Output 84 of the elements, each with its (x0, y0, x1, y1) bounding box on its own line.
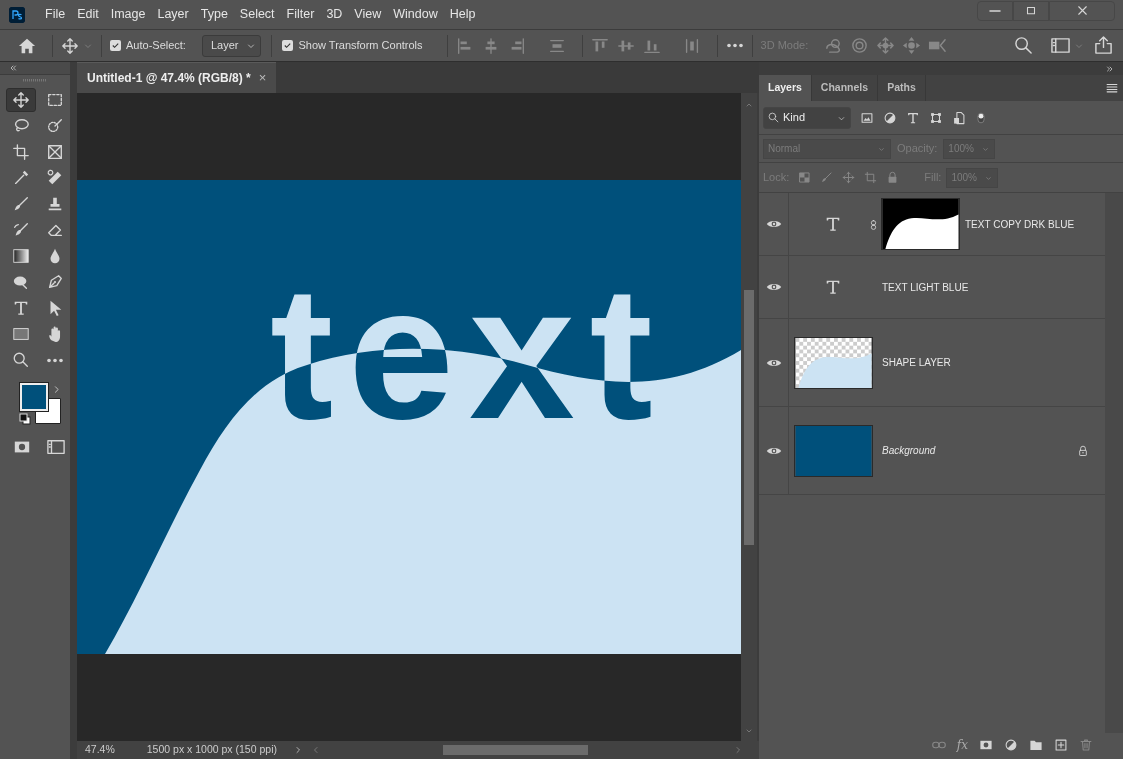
brush-tool-icon (12, 195, 30, 213)
healing-tool-icon (46, 169, 64, 187)
layer-row[interactable]: SHAPE LAYER (759, 319, 1105, 407)
stamp-tool-icon (46, 195, 64, 213)
scroll-thumb[interactable] (442, 745, 588, 755)
quickselect-tool-icon (46, 117, 64, 135)
share-icon[interactable] (1094, 36, 1113, 55)
menu-item[interactable]: Filter (280, 5, 321, 24)
search-icon (768, 112, 779, 123)
layer-name: SHAPE LAYER (881, 356, 951, 370)
menu-item[interactable]: Image (104, 5, 152, 24)
grip-icon[interactable] (23, 79, 47, 82)
checkbox[interactable] (282, 40, 294, 51)
move-tool-icon[interactable] (61, 36, 79, 55)
collapse-icon[interactable] (8, 63, 18, 73)
zoom-tool-icon (12, 351, 30, 369)
pixel-filter-icon[interactable] (860, 110, 874, 125)
frame-tool-icon (46, 143, 64, 161)
more-options-icon[interactable] (725, 43, 744, 48)
screen-mode-icon[interactable] (46, 438, 66, 456)
zoom-level[interactable]: 47.4% (77, 742, 123, 758)
more-tool-icon (46, 357, 64, 363)
menu-item[interactable]: View (348, 5, 388, 24)
panel-tab[interactable]: Channels (811, 75, 879, 101)
text-layer-icon (824, 278, 842, 296)
minimize-icon (988, 8, 1002, 13)
app-logo-icon (9, 6, 25, 23)
panel-tab[interactable]: Paths (878, 75, 926, 101)
menu-item[interactable]: Help (443, 5, 482, 24)
smart-object-filter-icon[interactable] (952, 110, 966, 125)
pen-tool-icon (46, 273, 64, 291)
crop-tool-icon (12, 143, 30, 161)
type-tool-icon (12, 299, 30, 317)
layer-row[interactable]: TEXT COPY DRK BLUE (759, 193, 1105, 256)
checkbox[interactable] (110, 40, 121, 51)
move-tool-icon (12, 91, 30, 109)
adjustment-layer-icon[interactable] (1004, 738, 1018, 752)
expand-icon[interactable] (1105, 63, 1115, 74)
menu-item[interactable]: File (39, 5, 72, 24)
minimize-button[interactable] (977, 0, 1013, 21)
auto-select-label: Auto-Select: (126, 38, 186, 54)
layer-style-button[interactable]: fx (956, 736, 968, 754)
scroll-thumb[interactable] (744, 290, 754, 545)
add-mask-icon[interactable] (979, 738, 993, 752)
layer-row[interactable]: Background (759, 407, 1105, 495)
menu-item[interactable]: Edit (71, 5, 105, 24)
transform-controls-label: Show Transform Controls (298, 38, 423, 54)
panel-tab[interactable]: Layers (759, 75, 812, 101)
close-button[interactable] (1049, 0, 1115, 21)
rectangle-tool-icon (12, 325, 30, 343)
menu-item[interactable]: Type (194, 5, 234, 24)
close-tab-button[interactable]: × (258, 68, 267, 88)
menu-item[interactable]: 3D (320, 5, 349, 24)
new-layer-icon[interactable] (1054, 738, 1068, 752)
layer-name: Background (881, 444, 936, 458)
new-group-icon[interactable] (1029, 738, 1043, 752)
default-colors-icon[interactable] (19, 413, 31, 425)
type-filter-icon[interactable] (906, 110, 920, 125)
filter-kind-dropdown[interactable]: Kind (763, 106, 851, 129)
home-icon[interactable] (18, 36, 36, 55)
document-info: 1500 px x 1000 px (150 ppi) (146, 742, 277, 758)
text-layer-icon (824, 215, 842, 233)
lock-icon (1077, 444, 1089, 457)
menu-item[interactable]: Layer (151, 5, 195, 24)
move-tool-button[interactable] (6, 88, 36, 112)
menu-item[interactable]: Select (233, 5, 281, 24)
foreground-color-swatch[interactable] (20, 383, 48, 411)
menu-item[interactable]: Window (387, 5, 444, 24)
panel-menu-icon[interactable] (1105, 81, 1119, 95)
layer-name: TEXT LIGHT BLUE (881, 280, 969, 295)
maximize-button[interactable] (1013, 0, 1049, 21)
layer-name: TEXT COPY DRK BLUE (964, 217, 1075, 232)
shape-filter-icon[interactable] (929, 110, 943, 125)
eyedropper-tool-icon (12, 169, 30, 187)
background-color-swatch[interactable] (35, 398, 61, 424)
search-icon[interactable] (1014, 36, 1033, 55)
marquee-tool-icon (46, 91, 64, 109)
adjustment-filter-icon[interactable] (883, 110, 897, 125)
layer-mask-thumbnail[interactable] (881, 198, 960, 250)
workspace-icon[interactable] (1051, 36, 1070, 55)
layer-dropdown[interactable]: Layer (201, 34, 262, 57)
vertical-scrollbar[interactable] (741, 93, 757, 741)
document-tab[interactable]: Untitled-1 @ 47.4% (RGB/8) * × (77, 62, 277, 93)
gradient-tool-icon (12, 247, 30, 265)
